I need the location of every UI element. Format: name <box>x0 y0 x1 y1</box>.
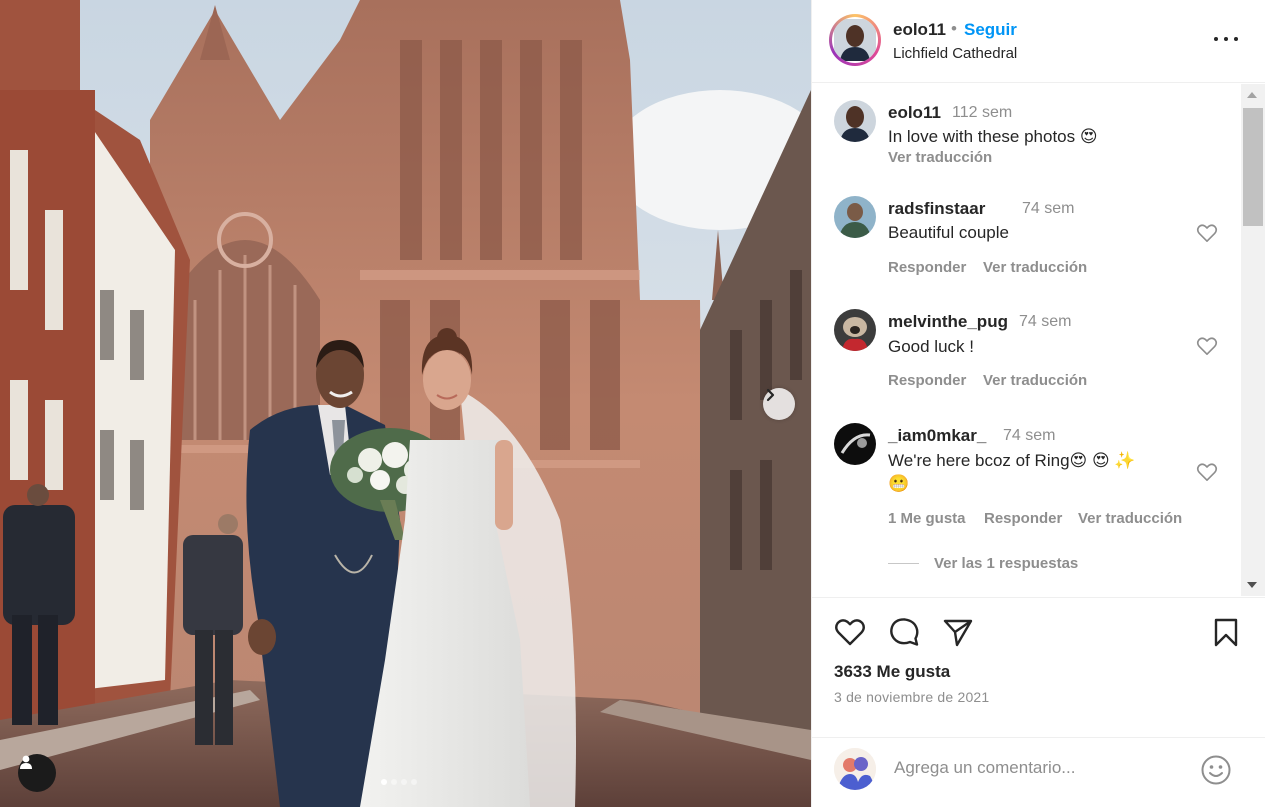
avatar-image <box>834 423 876 465</box>
post-photo[interactable] <box>0 0 811 807</box>
carousel-dot <box>381 779 387 785</box>
post-side-panel: eolo11 • Seguir Lichfield Cathedral eolo… <box>811 0 1265 807</box>
comment-time[interactable]: 74 sem <box>1019 313 1071 331</box>
author-avatar-ring[interactable] <box>829 14 881 66</box>
comments-scrollbar[interactable] <box>1241 84 1265 596</box>
more-options-button[interactable] <box>1212 28 1240 48</box>
avatar[interactable] <box>834 100 876 142</box>
comment-text: In love with these photos 😍 <box>888 127 1098 146</box>
reply-button[interactable]: Responder <box>888 372 966 389</box>
comment-username[interactable]: melvinthe_pug <box>888 312 1008 332</box>
more-horizontal-icon <box>1234 37 1238 41</box>
next-slide-button[interactable] <box>763 388 795 420</box>
likes-count[interactable]: 3633 Me gusta <box>834 662 950 682</box>
comment-username[interactable]: eolo11 <box>888 103 941 123</box>
emoji-icon[interactable] <box>1200 754 1232 786</box>
comment-time[interactable]: 112 sem <box>952 104 1012 122</box>
avatar[interactable] <box>834 309 876 351</box>
share-send-icon[interactable] <box>942 616 974 648</box>
avatar-image <box>834 196 876 238</box>
avatar[interactable] <box>832 17 878 63</box>
carousel-dot <box>411 779 417 785</box>
comment-username[interactable]: radsfinstaar <box>888 199 985 219</box>
comments-list[interactable]: eolo11 112 sem In love with these photos… <box>812 83 1241 596</box>
add-comment-bar <box>812 737 1265 807</box>
avatar[interactable] <box>834 196 876 238</box>
avatar[interactable] <box>834 423 876 465</box>
carousel-dot <box>401 779 407 785</box>
avatar <box>834 748 876 790</box>
comment-text: We're here bcoz of Ring😍 😍 ✨ <box>888 451 1136 470</box>
view-replies-button[interactable]: Ver las 1 respuestas <box>934 555 1078 572</box>
chevron-right-icon <box>766 388 775 402</box>
carousel-dot <box>391 779 397 785</box>
scroll-up-arrow-icon[interactable] <box>1247 92 1257 98</box>
more-horizontal-icon <box>1214 37 1218 41</box>
tagged-users-button[interactable] <box>18 754 56 792</box>
heart-icon[interactable] <box>1196 336 1218 356</box>
save-bookmark-icon[interactable] <box>1210 616 1242 648</box>
heart-icon[interactable] <box>1196 223 1218 243</box>
post-date[interactable]: 3 de noviembre de 2021 <box>834 689 989 705</box>
comment-time[interactable]: 74 sem <box>1022 200 1074 218</box>
avatar-image <box>834 100 876 142</box>
comment-text-continued: 😬 <box>888 474 910 493</box>
location-link[interactable]: Lichfield Cathedral <box>893 45 1017 62</box>
user-icon <box>20 755 32 769</box>
reply-button[interactable]: Responder <box>984 510 1062 527</box>
instagram-post-modal: eolo11 • Seguir Lichfield Cathedral eolo… <box>0 0 1265 807</box>
wedding-photo-illustration <box>0 0 811 807</box>
comment-time[interactable]: 74 sem <box>1003 427 1055 445</box>
comment-input[interactable] <box>894 758 1194 778</box>
reply-button[interactable]: Responder <box>888 259 966 276</box>
post-actions: 3633 Me gusta 3 de noviembre de 2021 <box>812 597 1265 738</box>
avatar-image <box>834 309 876 351</box>
separator-dot: • <box>951 19 957 38</box>
more-horizontal-icon <box>1224 37 1228 41</box>
scrollbar-thumb[interactable] <box>1243 108 1263 226</box>
follow-button[interactable]: Seguir <box>964 20 1017 40</box>
see-translation-link[interactable]: Ver traducción <box>983 259 1087 276</box>
see-translation-link[interactable]: Ver traducción <box>888 149 992 166</box>
scroll-down-arrow-icon[interactable] <box>1247 582 1257 588</box>
see-translation-link[interactable]: Ver traducción <box>983 372 1087 389</box>
avatar-image <box>834 748 876 790</box>
replies-divider <box>888 563 919 564</box>
comment-username[interactable]: _iam0mkar_ <box>888 426 986 446</box>
heart-icon[interactable] <box>1196 462 1218 482</box>
carousel-indicator <box>381 779 417 785</box>
avatar-image <box>834 19 876 61</box>
see-translation-link[interactable]: Ver traducción <box>1078 510 1182 527</box>
comment-bubble-icon[interactable] <box>888 616 920 648</box>
post-header: eolo11 • Seguir Lichfield Cathedral <box>812 0 1265 83</box>
comment-text: Good luck ! <box>888 337 974 356</box>
like-heart-icon[interactable] <box>834 616 866 648</box>
author-username[interactable]: eolo11 <box>893 20 946 40</box>
comment-text: Beautiful couple <box>888 223 1009 242</box>
comment-likes[interactable]: 1 Me gusta <box>888 510 966 527</box>
